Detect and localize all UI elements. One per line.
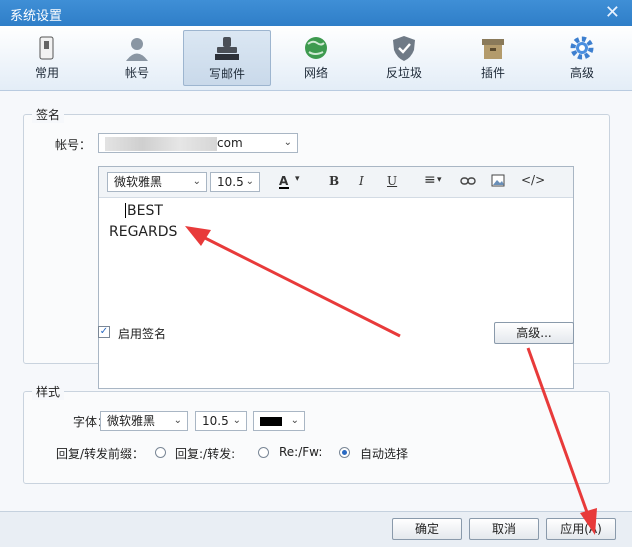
ok-button[interactable]: 确定 <box>392 518 462 540</box>
align-icon[interactable]: ≡ <box>424 172 436 188</box>
title-bar: 系统设置 ✕ <box>0 0 632 26</box>
chevron-down-icon: ⌄ <box>290 415 299 426</box>
apply-button[interactable]: 应用(A) <box>546 518 616 540</box>
style-font-select[interactable]: 微软雅黑 ⌄ <box>100 411 188 431</box>
account-blur <box>105 137 217 151</box>
tab-advanced[interactable]: 高级 <box>539 30 625 84</box>
signature-line-1[interactable]: BEST <box>127 203 163 219</box>
chevron-down-icon: ⌄ <box>192 176 201 187</box>
italic-icon[interactable]: I <box>359 174 364 188</box>
box-icon <box>482 39 504 59</box>
user-icon <box>126 38 148 61</box>
prefix-option-reply: 回复:/转发: <box>175 447 236 461</box>
signature-editor: 微软雅黑 ⌄ 10.5 ⌄ A ▾ B I U ≡ ▾ </> BEST REG… <box>98 166 574 389</box>
enable-signature-label: 启用签名 <box>118 327 167 341</box>
stamp-icon <box>215 37 239 60</box>
settings-content: 签名 帐号： com ⌄ 微软雅黑 ⌄ 10.5 ⌄ A ▾ B I U ≡ ▾ <box>0 91 632 511</box>
image-icon[interactable] <box>491 174 505 187</box>
dialog-footer: 确定 取消 应用(A) <box>0 511 632 547</box>
chevron-down-icon: ⌄ <box>283 137 292 148</box>
signature-group-label: 签名 <box>32 106 65 123</box>
prefix-option-auto: 自动选择 <box>360 447 409 461</box>
chevron-down-icon: ⌄ <box>245 176 254 187</box>
cancel-button[interactable]: 取消 <box>469 518 539 540</box>
style-size-select[interactable]: 10.5 ⌄ <box>195 411 247 431</box>
style-group-label: 样式 <box>32 383 65 400</box>
editor-toolbar: 微软雅黑 ⌄ 10.5 ⌄ A ▾ B I U ≡ ▾ </> <box>99 167 573 198</box>
style-group <box>23 391 610 484</box>
code-icon[interactable]: </> <box>521 173 545 187</box>
account-select[interactable]: com ⌄ <box>98 133 298 153</box>
enable-signature-checkbox[interactable]: ✓ <box>98 326 110 338</box>
prefix-radio-re[interactable] <box>258 447 269 458</box>
font-color-icon[interactable]: A <box>279 174 289 189</box>
prefix-radio-auto[interactable] <box>339 447 350 458</box>
tab-plugins[interactable]: 插件 <box>450 30 536 84</box>
underline-icon[interactable]: U <box>387 174 397 188</box>
prefix-radio-reply[interactable] <box>155 447 166 458</box>
window-title: 系统设置 <box>10 9 63 24</box>
signature-line-2[interactable]: REGARDS <box>109 224 177 240</box>
bold-icon[interactable]: B <box>329 174 339 188</box>
gear-icon <box>570 36 594 60</box>
prefix-option-re: Re:/Fw: <box>279 445 323 459</box>
tab-compose[interactable]: 写邮件 <box>183 30 271 86</box>
settings-tabs: 常用 帐号 写邮件 网络 反垃圾 插件 高级 <box>0 26 632 91</box>
prefix-label: 回复/转发前缀： <box>56 447 145 461</box>
font-color-dropdown-icon[interactable]: ▾ <box>295 174 300 184</box>
signature-advanced-button[interactable]: 高级... <box>494 322 574 344</box>
text-cursor <box>125 203 126 218</box>
style-color-select[interactable]: ⌄ <box>253 411 305 431</box>
close-icon[interactable]: ✕ <box>605 2 620 23</box>
font-size-select[interactable]: 10.5 ⌄ <box>210 172 260 192</box>
account-value: com <box>217 136 243 150</box>
tab-general[interactable]: 常用 <box>4 30 90 84</box>
tab-account[interactable]: 帐号 <box>94 30 180 84</box>
align-dropdown-icon[interactable]: ▾ <box>437 175 442 185</box>
tab-antispam[interactable]: 反垃圾 <box>361 30 447 84</box>
phone-icon <box>39 36 54 60</box>
tab-network[interactable]: 网络 <box>273 30 359 84</box>
account-label: 帐号： <box>55 138 92 152</box>
chevron-down-icon: ⌄ <box>173 415 182 426</box>
link-icon[interactable] <box>460 175 476 187</box>
globe-icon <box>305 37 327 59</box>
shield-icon <box>393 36 415 61</box>
font-select[interactable]: 微软雅黑 ⌄ <box>107 172 207 192</box>
chevron-down-icon: ⌄ <box>232 415 241 426</box>
color-swatch <box>260 417 282 426</box>
